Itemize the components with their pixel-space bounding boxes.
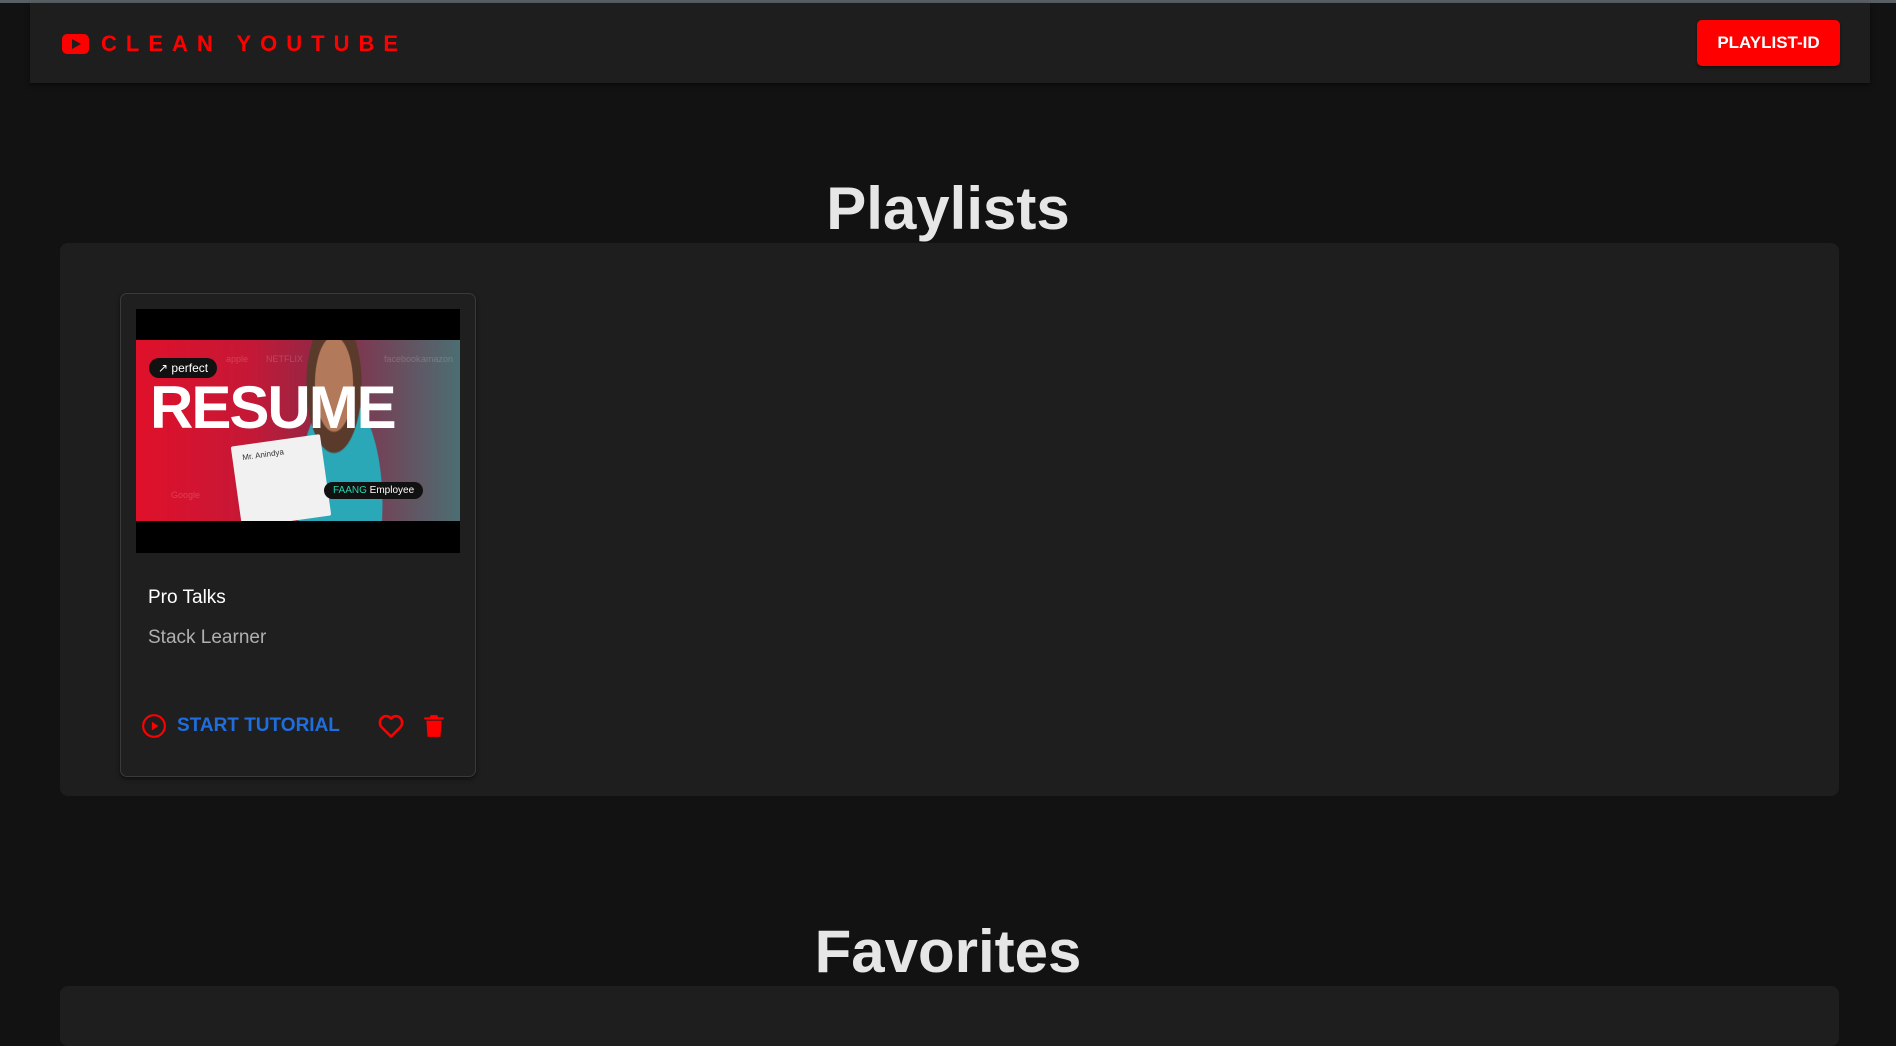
thumbnail-headline: RESUME [150,374,397,441]
brand-title: CLEAN YOUTUBE [101,31,408,56]
heart-outline-icon[interactable] [376,712,406,740]
thumbnail-faint-word: Google [171,490,201,500]
thumbnail-artwork: apple NETFLIX amazon Google facebook Mr.… [136,340,460,521]
thumbnail-pill-faang: FAANG Employee [324,482,424,499]
playlist-channel: Stack Learner [148,627,267,648]
pill-rest-text: Employee [366,485,415,496]
card-actions: START TUTORIAL [141,710,455,742]
pill-accent-text: FAANG [333,485,367,496]
favorites-panel [60,986,1839,1046]
playlist-thumbnail[interactable]: apple NETFLIX amazon Google facebook Mr.… [136,309,460,553]
thumbnail-faint-word: apple [226,354,249,364]
playlist-card: apple NETFLIX amazon Google facebook Mr.… [120,293,476,777]
start-tutorial-button[interactable]: START TUTORIAL [141,710,340,742]
play-circle-icon [142,714,166,738]
trash-icon[interactable] [421,712,447,740]
thumbnail-pill-perfect: ↗ perfect [149,358,218,378]
youtube-logo-icon [62,34,89,54]
add-playlist-id-button[interactable]: PLAYLIST-ID [1697,20,1840,66]
favorites-heading: Favorites [814,918,1082,985]
thumbnail-paper-text: Mr. Anindya [241,447,285,463]
playlist-title: Pro Talks [148,587,226,608]
start-tutorial-label: START TUTORIAL [177,715,340,736]
thumbnail-resume-paper: Mr. Anindya [230,434,332,521]
brand-logo[interactable]: CLEAN YOUTUBE [62,29,407,59]
playlists-panel: apple NETFLIX amazon Google facebook Mr.… [60,243,1839,796]
app-bar: CLEAN YOUTUBE PLAYLIST-ID [30,3,1870,83]
thumbnail-faint-word: amazon [421,354,454,364]
playlists-heading: Playlists [826,175,1070,242]
